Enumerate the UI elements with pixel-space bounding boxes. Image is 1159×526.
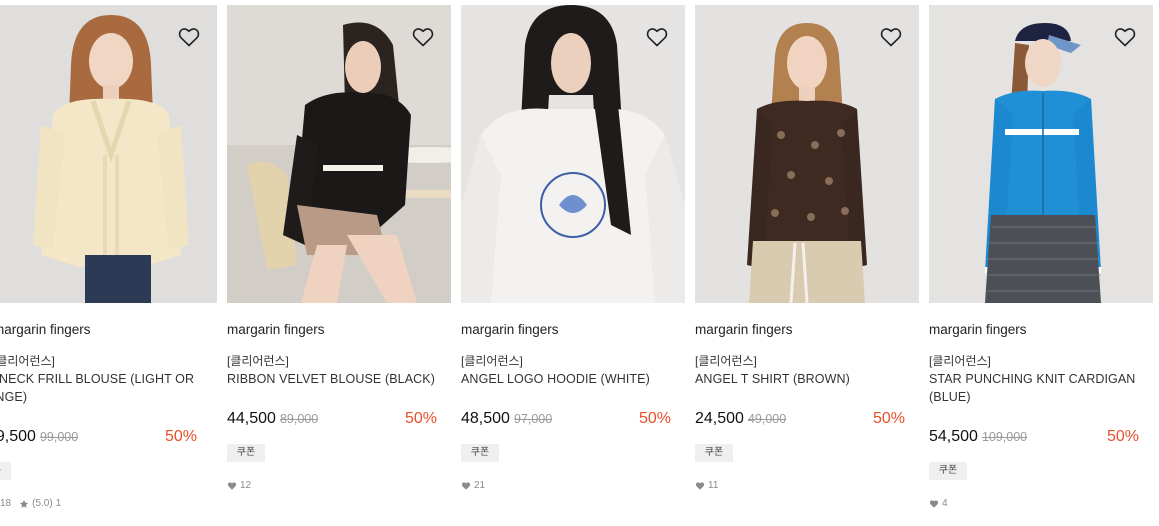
clearance-label: [클리어런스] bbox=[461, 354, 523, 368]
heart-filled-icon bbox=[227, 481, 237, 490]
discount-rate: 50% bbox=[1106, 428, 1139, 445]
original-price: 49,000 bbox=[747, 412, 787, 426]
wishlist-heart-icon[interactable] bbox=[411, 25, 435, 49]
coupon-badge[interactable]: 쿠폰 bbox=[695, 444, 733, 462]
wishlist-heart-icon[interactable] bbox=[879, 25, 903, 49]
original-price: 97,000 bbox=[513, 412, 553, 426]
sale-price: 54,500 109,000 bbox=[929, 428, 1028, 445]
sale-price: 49,50099,000 bbox=[0, 428, 79, 445]
brand-name[interactable]: margarin fingers bbox=[929, 322, 1027, 337]
clearance-label: [클리어런스] bbox=[695, 354, 757, 368]
price-row: 54,500 109,000 50% bbox=[929, 428, 1139, 450]
product-photo bbox=[929, 5, 1153, 303]
review-count: 1 bbox=[55, 498, 62, 509]
price-row: 44,500 89,000 50% bbox=[227, 410, 437, 432]
sale-price: 24,500 49,000 bbox=[695, 410, 787, 427]
product-name[interactable]: V-NECK FRILL BLOUSE (LIGHT OR ANGE) bbox=[0, 370, 201, 406]
heart-filled-icon bbox=[461, 481, 471, 490]
original-price: 109,000 bbox=[981, 430, 1028, 444]
original-price: 89,000 bbox=[279, 412, 319, 426]
star-icon bbox=[19, 499, 29, 508]
price-row: 24,500 49,000 50% bbox=[695, 410, 905, 432]
product-name[interactable]: STAR PUNCHING KNIT CARDIGAN (BLUE) bbox=[929, 370, 1141, 406]
coupon-badge[interactable]: 쿠폰 bbox=[461, 444, 499, 462]
discount-rate: 50% bbox=[164, 428, 197, 445]
product-image[interactable] bbox=[0, 5, 217, 303]
coupon-badge[interactable]: 쿠폰 bbox=[0, 462, 11, 480]
product-stats: 4 bbox=[929, 498, 948, 509]
product-name[interactable]: ANGEL LOGO HOODIE (WHITE) bbox=[461, 370, 673, 388]
product-image[interactable] bbox=[227, 5, 451, 303]
price-row: 49,50099,000 50% bbox=[0, 428, 197, 450]
clearance-label: [클리어런스] bbox=[227, 354, 289, 368]
wishlist-heart-icon[interactable] bbox=[1113, 25, 1137, 49]
product-name-text: V-NECK FRILL BLOUSE (LIGHT OR ANGE) bbox=[0, 372, 195, 404]
original-price: 99,000 bbox=[39, 430, 79, 444]
wishlist-heart-icon[interactable] bbox=[177, 25, 201, 49]
product-image[interactable] bbox=[461, 5, 685, 303]
coupon-badge[interactable]: 쿠폰 bbox=[929, 462, 967, 480]
discount-rate: 50% bbox=[404, 410, 437, 427]
clearance-label: [클리어런스] bbox=[0, 354, 55, 368]
like-count: 21 bbox=[474, 480, 486, 491]
heart-filled-icon bbox=[695, 481, 705, 490]
like-count: 11 bbox=[708, 480, 719, 491]
product-stats: 18 (5.0) 1 bbox=[0, 498, 61, 509]
discount-rate: 50% bbox=[872, 410, 905, 427]
product-stats: 21 bbox=[461, 480, 485, 491]
brand-name[interactable]: margarin fingers bbox=[227, 322, 325, 337]
product-image[interactable] bbox=[695, 5, 919, 303]
product-stats: 11 bbox=[695, 480, 718, 491]
clearance-label: [클리어런스] bbox=[929, 354, 991, 368]
product-photo bbox=[0, 5, 217, 303]
brand-name[interactable]: margarin fingers bbox=[461, 322, 559, 337]
rating-score: (5.0) bbox=[32, 498, 53, 509]
coupon-badge[interactable]: 쿠폰 bbox=[227, 444, 265, 462]
brand-name[interactable]: margarin fingers bbox=[0, 322, 91, 337]
like-count: 4 bbox=[942, 498, 948, 509]
discount-rate: 50% bbox=[638, 410, 671, 427]
price-row: 48,500 97,000 50% bbox=[461, 410, 671, 432]
product-image[interactable] bbox=[929, 5, 1153, 303]
like-count: 18 bbox=[0, 498, 12, 509]
product-photo bbox=[461, 5, 685, 303]
product-photo bbox=[227, 5, 451, 303]
brand-name[interactable]: margarin fingers bbox=[695, 322, 793, 337]
product-stats: 12 bbox=[227, 480, 251, 491]
product-name[interactable]: RIBBON VELVET BLOUSE (BLACK) bbox=[227, 370, 439, 388]
product-photo bbox=[695, 5, 919, 303]
heart-filled-icon bbox=[929, 499, 939, 508]
sale-price: 44,500 89,000 bbox=[227, 410, 319, 427]
wishlist-heart-icon[interactable] bbox=[645, 25, 669, 49]
like-count: 12 bbox=[240, 480, 252, 491]
product-name[interactable]: ANGEL T SHIRT (BROWN) bbox=[695, 370, 907, 388]
sale-price: 48,500 97,000 bbox=[461, 410, 553, 427]
